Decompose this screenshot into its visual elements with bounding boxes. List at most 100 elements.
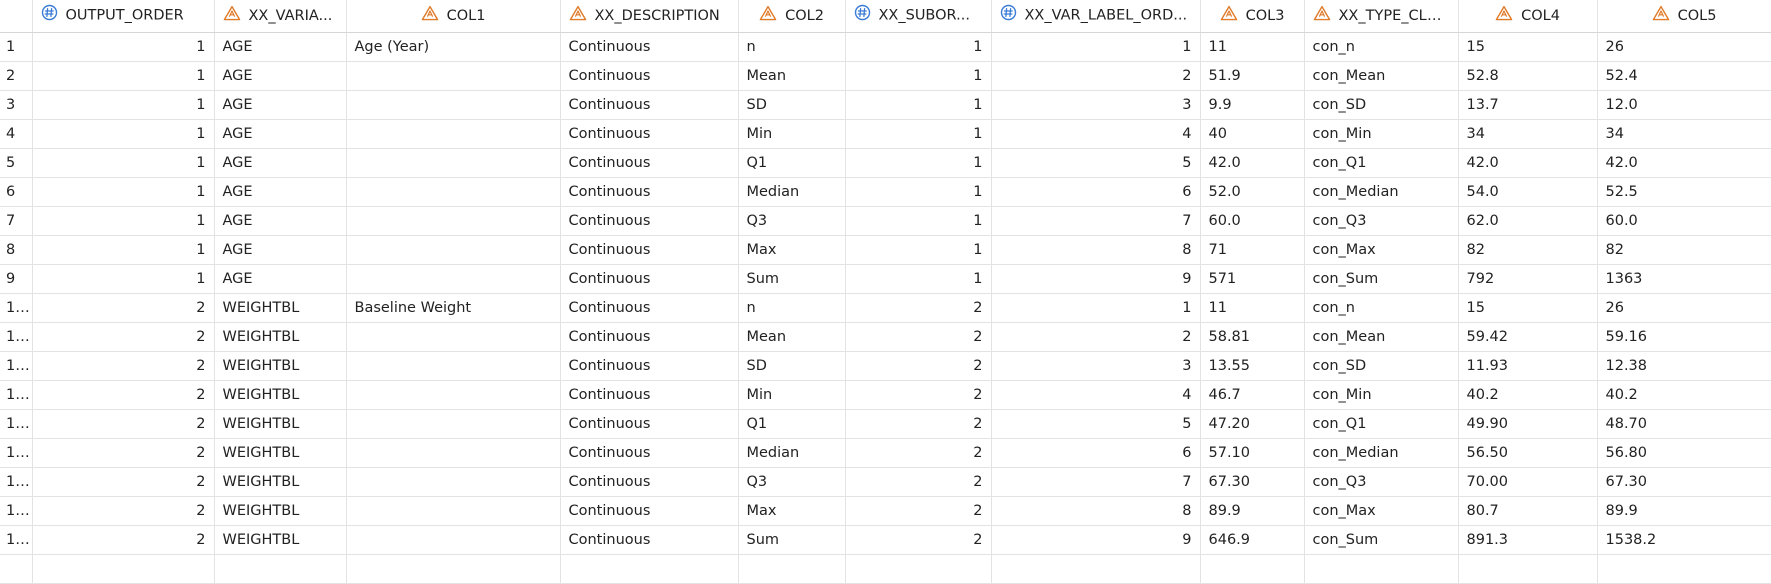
cell-xx-varia[interactable]: WEIGHTBL	[214, 293, 347, 323]
cell-col4[interactable]: 54.0	[1458, 177, 1598, 207]
row-number[interactable]: 5	[0, 148, 33, 178]
cell-col2[interactable]: Mean	[738, 322, 846, 352]
cell-xx-var-label-ord[interactable]: 2	[991, 322, 1201, 352]
cell-col2[interactable]: n	[738, 32, 846, 62]
table-row[interactable]: 4 1 AGE Continuous Min 1 4 40 con_Min 34 34	[0, 119, 1771, 149]
cell-col1[interactable]	[346, 438, 561, 468]
column-header-col2[interactable]: COL2	[738, 0, 846, 33]
cell-col5[interactable]: 40.2	[1597, 380, 1771, 410]
cell-xx-var-label-ord[interactable]: 4	[991, 380, 1201, 410]
cell-xx-description[interactable]: Continuous	[560, 322, 739, 352]
cell-col3[interactable]: 11	[1200, 32, 1305, 62]
cell-col3[interactable]: 46.7	[1200, 380, 1305, 410]
cell-xx-description[interactable]: Continuous	[560, 177, 739, 207]
cell-col5[interactable]: 67.30	[1597, 467, 1771, 497]
column-header-col1[interactable]: COL1	[346, 0, 561, 33]
cell-xx-description[interactable]: Continuous	[560, 61, 739, 91]
cell-output-order[interactable]: 1	[32, 32, 215, 62]
cell-output-order[interactable]: 1	[32, 119, 215, 149]
cell-col3[interactable]: 51.9	[1200, 61, 1305, 91]
cell-col1[interactable]	[346, 351, 561, 381]
cell-col2[interactable]: Q1	[738, 148, 846, 178]
cell-xx-type-class[interactable]: con_Q3	[1304, 467, 1459, 497]
cell-xx-subor[interactable]: 2	[845, 351, 992, 381]
cell-xx-description[interactable]: Continuous	[560, 235, 739, 265]
row-number[interactable]: 18	[0, 525, 33, 555]
cell-output-order[interactable]: 1	[32, 206, 215, 236]
cell-col2[interactable]: Min	[738, 119, 846, 149]
cell-xx-description[interactable]: Continuous	[560, 380, 739, 410]
row-number[interactable]: 2	[0, 61, 33, 91]
cell-col3[interactable]: 9.9	[1200, 90, 1305, 120]
cell-xx-var-label-ord[interactable]: 7	[991, 467, 1201, 497]
cell-col1[interactable]	[346, 264, 561, 294]
cell-xx-subor[interactable]: 2	[845, 525, 992, 555]
cell-col1[interactable]	[346, 206, 561, 236]
cell-col4[interactable]: 59.42	[1458, 322, 1598, 352]
column-header-xx-subor[interactable]: XX_SUBOR...	[845, 0, 992, 33]
row-number[interactable]: 8	[0, 235, 33, 265]
cell-xx-varia[interactable]: WEIGHTBL	[214, 322, 347, 352]
cell-xx-var-label-ord[interactable]: 8	[991, 496, 1201, 526]
cell-col5[interactable]: 1363	[1597, 264, 1771, 294]
cell-xx-type-class[interactable]: con_Q1	[1304, 148, 1459, 178]
column-header-xx-varia[interactable]: XX_VARIA...	[214, 0, 347, 33]
cell-xx-subor[interactable]: 2	[845, 293, 992, 323]
cell-xx-subor[interactable]: 1	[845, 90, 992, 120]
row-number[interactable]: 16	[0, 467, 33, 497]
table-row[interactable]: 14 2 WEIGHTBL Continuous Q1 2 5 47.20 con_Q1 49.9…	[0, 409, 1771, 439]
column-header-col3[interactable]: COL3	[1200, 0, 1305, 33]
table-row[interactable]: 10 2 WEIGHTBL Baseline Weight Continuous n 2 1 1…	[0, 293, 1771, 323]
cell-col1[interactable]	[346, 119, 561, 149]
table-row[interactable]: 3 1 AGE Continuous SD 1 3 9.9 con_SD 13.7 12.0	[0, 90, 1771, 120]
cell-col2[interactable]: Median	[738, 438, 846, 468]
row-number[interactable]: 9	[0, 264, 33, 294]
table-row[interactable]: 5 1 AGE Continuous Q1 1 5 42.0 con_Q1 42.0 42.0	[0, 148, 1771, 178]
data-grid[interactable]: OUTPUT_ORDER XX_VARIA... COL1 XX_DESCRIPTIO…	[0, 0, 1771, 584]
cell-xx-varia[interactable]: AGE	[214, 177, 347, 207]
cell-output-order[interactable]: 2	[32, 525, 215, 555]
cell-col4[interactable]: 34	[1458, 119, 1598, 149]
cell-xx-subor[interactable]: 1	[845, 177, 992, 207]
cell-col2[interactable]: Q3	[738, 206, 846, 236]
cell-col3[interactable]: 58.81	[1200, 322, 1305, 352]
cell-col4[interactable]: 792	[1458, 264, 1598, 294]
cell-col3[interactable]: 71	[1200, 235, 1305, 265]
cell-xx-type-class[interactable]: con_Min	[1304, 380, 1459, 410]
cell-xx-description[interactable]: Continuous	[560, 525, 739, 555]
table-row[interactable]: 6 1 AGE Continuous Median 1 6 52.0 con_Median 54.…	[0, 177, 1771, 207]
cell-col3[interactable]: 42.0	[1200, 148, 1305, 178]
cell-xx-var-label-ord[interactable]: 1	[991, 32, 1201, 62]
cell-xx-description[interactable]: Continuous	[560, 119, 739, 149]
cell-xx-type-class[interactable]: con_Median	[1304, 438, 1459, 468]
cell-xx-subor[interactable]: 1	[845, 235, 992, 265]
cell-col4[interactable]: 42.0	[1458, 148, 1598, 178]
row-number[interactable]: 4	[0, 119, 33, 149]
cell-col4[interactable]: 80.7	[1458, 496, 1598, 526]
cell-xx-subor[interactable]: 2	[845, 322, 992, 352]
cell-xx-subor[interactable]: 2	[845, 438, 992, 468]
cell-xx-description[interactable]: Continuous	[560, 32, 739, 62]
cell-col1[interactable]: Baseline Weight	[346, 293, 561, 323]
cell-xx-var-label-ord[interactable]: 6	[991, 177, 1201, 207]
cell-xx-type-class[interactable]: con_Max	[1304, 235, 1459, 265]
cell-col2[interactable]: Median	[738, 177, 846, 207]
cell-col1[interactable]	[346, 90, 561, 120]
table-row[interactable]: 16 2 WEIGHTBL Continuous Q3 2 7 67.30 con_Q3 70.0…	[0, 467, 1771, 497]
cell-xx-description[interactable]: Continuous	[560, 409, 739, 439]
column-header-col5[interactable]: COL5	[1597, 0, 1771, 33]
cell-col4[interactable]: 82	[1458, 235, 1598, 265]
cell-xx-description[interactable]: Continuous	[560, 293, 739, 323]
cell-output-order[interactable]: 2	[32, 380, 215, 410]
cell-xx-subor[interactable]: 2	[845, 467, 992, 497]
column-header-output-order[interactable]: OUTPUT_ORDER	[32, 0, 215, 33]
table-row[interactable]: 7 1 AGE Continuous Q3 1 7 60.0 con_Q3 62.0 60.0	[0, 206, 1771, 236]
cell-col1[interactable]	[346, 467, 561, 497]
cell-col5[interactable]: 89.9	[1597, 496, 1771, 526]
cell-col5[interactable]: 12.38	[1597, 351, 1771, 381]
cell-xx-subor[interactable]: 1	[845, 119, 992, 149]
row-number[interactable]: 13	[0, 380, 33, 410]
cell-output-order[interactable]: 2	[32, 351, 215, 381]
cell-col4[interactable]: 13.7	[1458, 90, 1598, 120]
cell-xx-description[interactable]: Continuous	[560, 90, 739, 120]
